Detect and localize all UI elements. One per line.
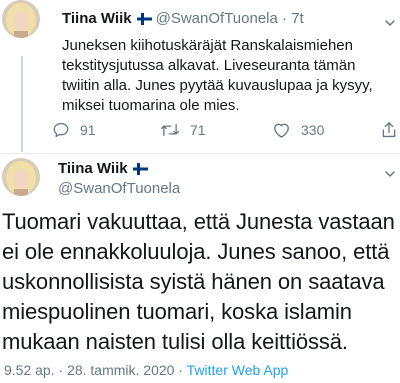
like-count: 330	[301, 122, 325, 138]
chevron-down-icon[interactable]	[385, 166, 395, 177]
tweet-time[interactable]: 7t	[291, 10, 304, 27]
finland-flag-icon	[136, 12, 152, 29]
reply-count: 91	[80, 122, 96, 138]
author-handle[interactable]: @SwanOfTuonela	[156, 10, 278, 27]
reply-button[interactable]: 91	[52, 121, 96, 139]
tweet1-header: Tiina Wiik @SwanOfTuonela · 7t	[62, 10, 304, 29]
author-handle[interactable]: @SwanOfTuonela	[58, 180, 180, 197]
tweet-text: Juneksen kiihotuskäräjät Ranskalaismiehe…	[62, 37, 373, 114]
share-button[interactable]	[381, 121, 400, 139]
tweet-text: Tuomari vakuuttaa, että Junesta vastaan …	[2, 209, 395, 354]
finland-flag-icon	[132, 162, 148, 179]
reply-icon	[53, 122, 69, 138]
avatar[interactable]	[2, 0, 40, 38]
time-separator: ·	[282, 10, 288, 27]
tweet-time[interactable]: 9.52 ap.	[4, 362, 55, 378]
avatar-image	[2, 158, 40, 196]
tweet2-header: Tiina Wiik	[58, 160, 152, 179]
share-icon	[382, 122, 396, 138]
source-app-link[interactable]: Twitter Web App	[187, 362, 289, 378]
author-name[interactable]: Tiina Wiik	[58, 160, 128, 177]
tweet-actions: 91 71 330	[0, 121, 400, 141]
retweet-button[interactable]: 71	[160, 121, 206, 139]
like-button[interactable]: 330	[272, 121, 324, 139]
avatar-image	[2, 0, 40, 38]
heart-icon	[274, 123, 289, 138]
meta-separator: ·	[58, 362, 64, 378]
avatar[interactable]	[2, 158, 40, 196]
chevron-down-icon[interactable]	[385, 15, 395, 26]
meta-separator: ·	[178, 362, 184, 378]
tweet-date[interactable]: 28. tammik. 2020	[67, 362, 174, 378]
author-name[interactable]: Tiina Wiik	[62, 10, 132, 27]
divider	[0, 153, 400, 154]
retweet-count: 71	[190, 122, 206, 138]
tweet-metadata: 9.52 ap. · 28. tammik. 2020 · Twitter We…	[4, 362, 288, 378]
retweet-icon	[160, 123, 180, 137]
